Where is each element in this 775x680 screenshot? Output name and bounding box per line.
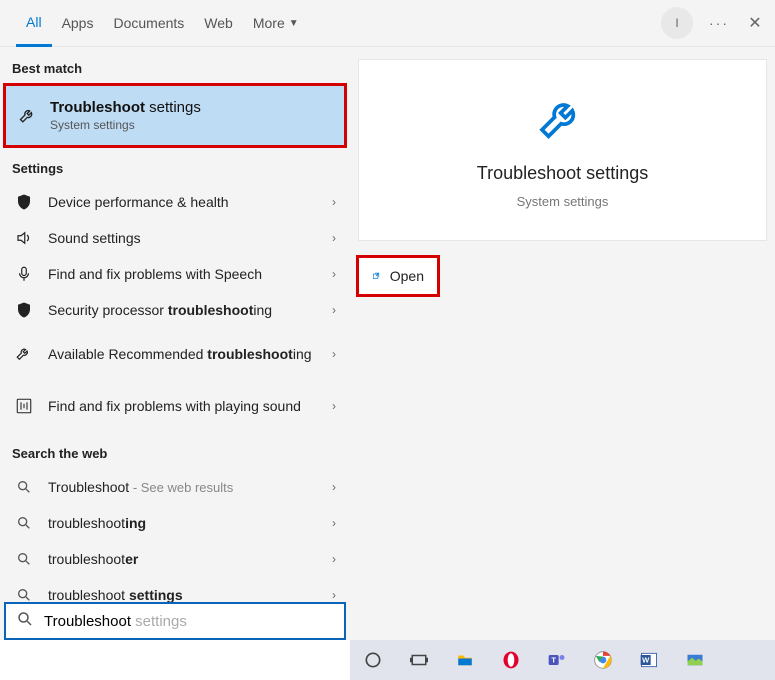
open-button[interactable]: Open [358,257,438,295]
web-result-troubleshoot[interactable]: Troubleshoot - See web results › [0,469,350,505]
search-icon [16,610,34,633]
chevron-right-icon: › [332,195,336,209]
settings-result-security-processor[interactable]: Security processor troubleshooting › [0,292,350,328]
settings-result-available[interactable]: Available Recommended troubleshooting › [0,328,350,380]
chevron-right-icon: › [332,399,336,413]
cortana-icon[interactable] [360,647,386,673]
preview-panel: Troubleshoot settings System settings Op… [350,47,775,640]
settings-result-speech[interactable]: Find and fix problems with Speech › [0,256,350,292]
best-match-header: Best match [0,47,350,84]
wrench-icon [18,104,38,128]
tab-apps[interactable]: Apps [52,0,104,47]
shield-icon [14,301,34,319]
results-panel: Best match Troubleshoot settings System … [0,47,350,640]
control-icon [14,397,34,415]
settings-result-playing-sound[interactable]: Find and fix problems with playing sound… [0,380,350,432]
svg-text:W: W [642,656,650,665]
speaker-icon [14,229,34,247]
preview-title: Troubleshoot settings [477,163,648,184]
search-icon [14,479,34,495]
user-avatar[interactable]: I [661,7,693,39]
shield-icon [14,193,34,211]
app-icon[interactable] [682,647,708,673]
settings-result-sound[interactable]: Sound settings › [0,220,350,256]
chrome-icon[interactable] [590,647,616,673]
search-icon [14,587,34,603]
tab-more[interactable]: More▼ [243,0,309,47]
open-icon [372,268,380,284]
chevron-down-icon: ▼ [289,18,299,29]
web-result-troubleshooting[interactable]: troubleshooting › [0,505,350,541]
word-icon[interactable]: W [636,647,662,673]
preview-card: Troubleshoot settings System settings [358,59,767,241]
preview-subtitle: System settings [517,194,609,209]
chevron-right-icon: › [332,588,336,602]
web-result-troubleshooter[interactable]: troubleshooter › [0,541,350,577]
search-box[interactable]: Troubleshoot settings [4,602,346,640]
more-options-button[interactable]: ··· [703,15,735,31]
wrench-icon-large [535,92,591,153]
tab-all[interactable]: All [16,0,52,47]
microphone-icon [14,265,34,283]
taskbar: T W [350,640,775,680]
teams-icon[interactable]: T [544,647,570,673]
task-view-icon[interactable] [406,647,432,673]
chevron-right-icon: › [332,231,336,245]
chevron-right-icon: › [332,303,336,317]
search-icon [14,515,34,531]
best-match-result[interactable]: Troubleshoot settings System settings [4,84,346,147]
chevron-right-icon: › [332,552,336,566]
svg-text:T: T [551,656,556,665]
chevron-right-icon: › [332,347,336,361]
wrench-icon [14,345,34,363]
search-top-tabs: All Apps Documents Web More▼ I ··· ✕ [0,0,775,47]
file-explorer-icon[interactable] [452,647,478,673]
settings-header: Settings [0,147,350,184]
close-button[interactable]: ✕ [735,13,775,33]
tab-documents[interactable]: Documents [103,0,194,47]
search-icon [14,551,34,567]
web-header: Search the web [0,432,350,469]
chevron-right-icon: › [332,516,336,530]
chevron-right-icon: › [332,267,336,281]
settings-result-health[interactable]: Device performance & health › [0,184,350,220]
opera-icon[interactable] [498,647,524,673]
chevron-right-icon: › [332,480,336,494]
tab-web[interactable]: Web [194,0,243,47]
